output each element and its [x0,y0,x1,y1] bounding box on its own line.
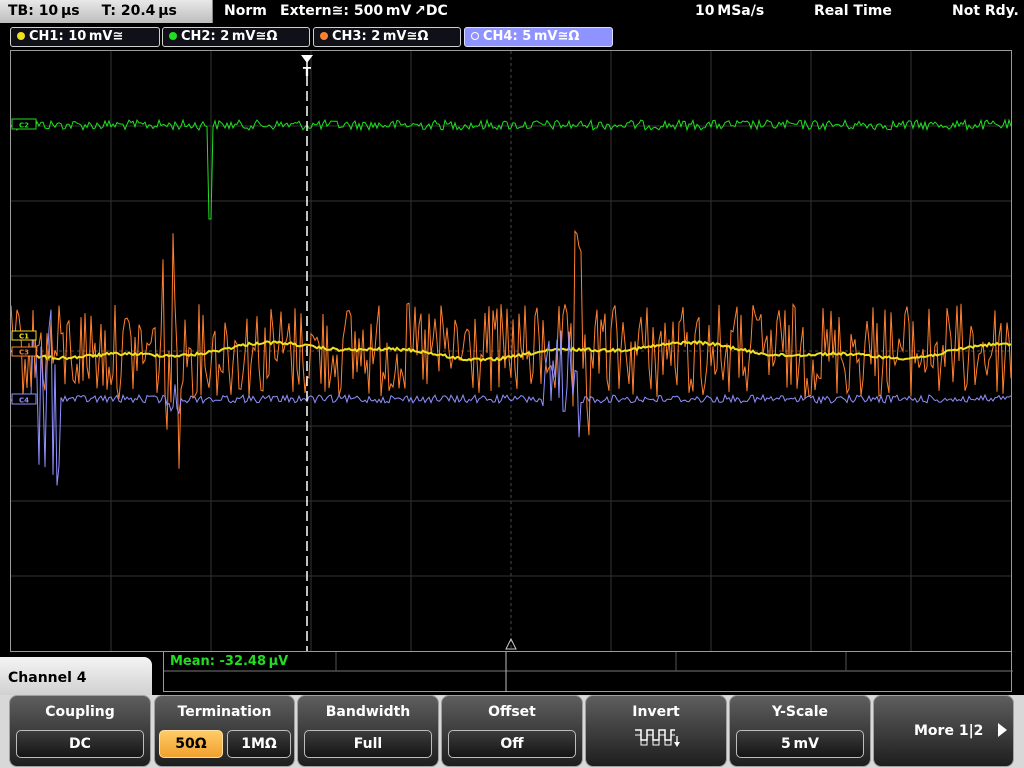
invert-softkey[interactable]: Invert [585,695,727,767]
coupling-value[interactable]: DC [16,730,144,758]
sample-rate: 10 MSa/s [695,3,765,19]
coupling-title: Coupling [45,704,115,720]
ch4-marker-text: C4 [19,397,29,405]
acquisition-mode: Real Time [814,3,892,19]
more-label: More 1|2 [914,723,984,739]
ch3-marker-text: C3 [19,349,29,357]
ch3-level-marker[interactable]: C3 [11,346,37,357]
offset-value[interactable]: Off [448,730,576,758]
chevron-right-icon [998,723,1007,737]
bandwidth-title: Bandwidth [325,704,411,720]
ch4-level-marker[interactable]: C4 [11,393,37,405]
graticule: T C2 C1 C3 C4 [11,51,1011,651]
grid-lines [11,51,1011,651]
ch4-dot-icon [471,32,479,40]
offset-title: Offset [488,704,536,720]
measurement-panel: Mean: -32.48 µV [163,652,1013,692]
ch1-marker-text: C1 [19,333,29,341]
termination-1mohm-option[interactable]: 1MΩ [227,730,291,758]
tab-ch3[interactable]: CH3: 2 mV≅Ω [313,27,461,47]
ch1-level-marker[interactable]: C1 [11,330,37,341]
ch3-label: CH3: 2 mV≅Ω [332,29,429,44]
ch2-dot-icon [169,32,177,40]
softkey-menu: Coupling DC Termination 50Ω 1MΩ Bandwidt… [0,695,1024,768]
offset-softkey[interactable]: Offset Off [441,695,583,767]
ch2-level-marker[interactable]: C2 [11,118,37,130]
ch2-trace [11,118,1011,220]
ch2-label: CH2: 2 mV≅Ω [181,29,278,44]
termination-softkey[interactable]: Termination 50Ω 1MΩ [154,695,295,767]
termination-50ohm-option[interactable]: 50Ω [159,730,223,758]
bandwidth-value[interactable]: Full [304,730,432,758]
tab-ch1[interactable]: CH1: 10 mV≅ [10,27,160,47]
trigger-mode[interactable]: Norm [224,0,267,23]
yscale-title: Y-Scale [771,704,828,720]
ready-status: Not Rdy. [952,3,1019,19]
yscale-softkey[interactable]: Y-Scale 5 mV [729,695,871,767]
termination-title: Termination [177,704,272,720]
trigger-source[interactable]: Extern≅: 500 mV ↗DC [280,0,448,23]
invert-title: Invert [632,704,680,720]
more-softkey[interactable]: More 1|2 [873,695,1014,767]
coupling-softkey[interactable]: Coupling DC [9,695,151,767]
measurement-grid [164,652,1013,692]
ch1-label: CH1: 10 mV≅ [29,29,124,44]
ch4-label: CH4: 5 mV≅Ω [483,29,580,44]
mean-measurement: Mean: -32.48 µV [170,654,289,669]
status-bar: TB: 10 µs T: 20.4 µs Norm Extern≅: 500 mV… [0,0,1024,24]
ch3-trace [11,229,1011,469]
bandwidth-softkey[interactable]: Bandwidth Full [297,695,439,767]
ch3-dot-icon [320,32,328,40]
trigger-time-value: T: 20.4 µs [101,3,177,19]
tab-ch4[interactable]: CH4: 5 mV≅Ω [464,27,613,47]
waveform-display[interactable]: T C2 C1 C3 C4 [10,50,1012,652]
yscale-value[interactable]: 5 mV [736,730,864,758]
timebase-box[interactable]: TB: 10 µs T: 20.4 µs [0,0,213,23]
trigger-label: T [303,65,312,79]
ch1-dot-icon [17,32,25,40]
timebase-value: TB: 10 µs [8,3,80,19]
menu-title: Channel 4 [0,657,152,697]
tab-ch2[interactable]: CH2: 2 mV≅Ω [162,27,310,47]
invert-waveform-icon [635,729,680,747]
ch2-marker-text: C2 [19,122,29,130]
